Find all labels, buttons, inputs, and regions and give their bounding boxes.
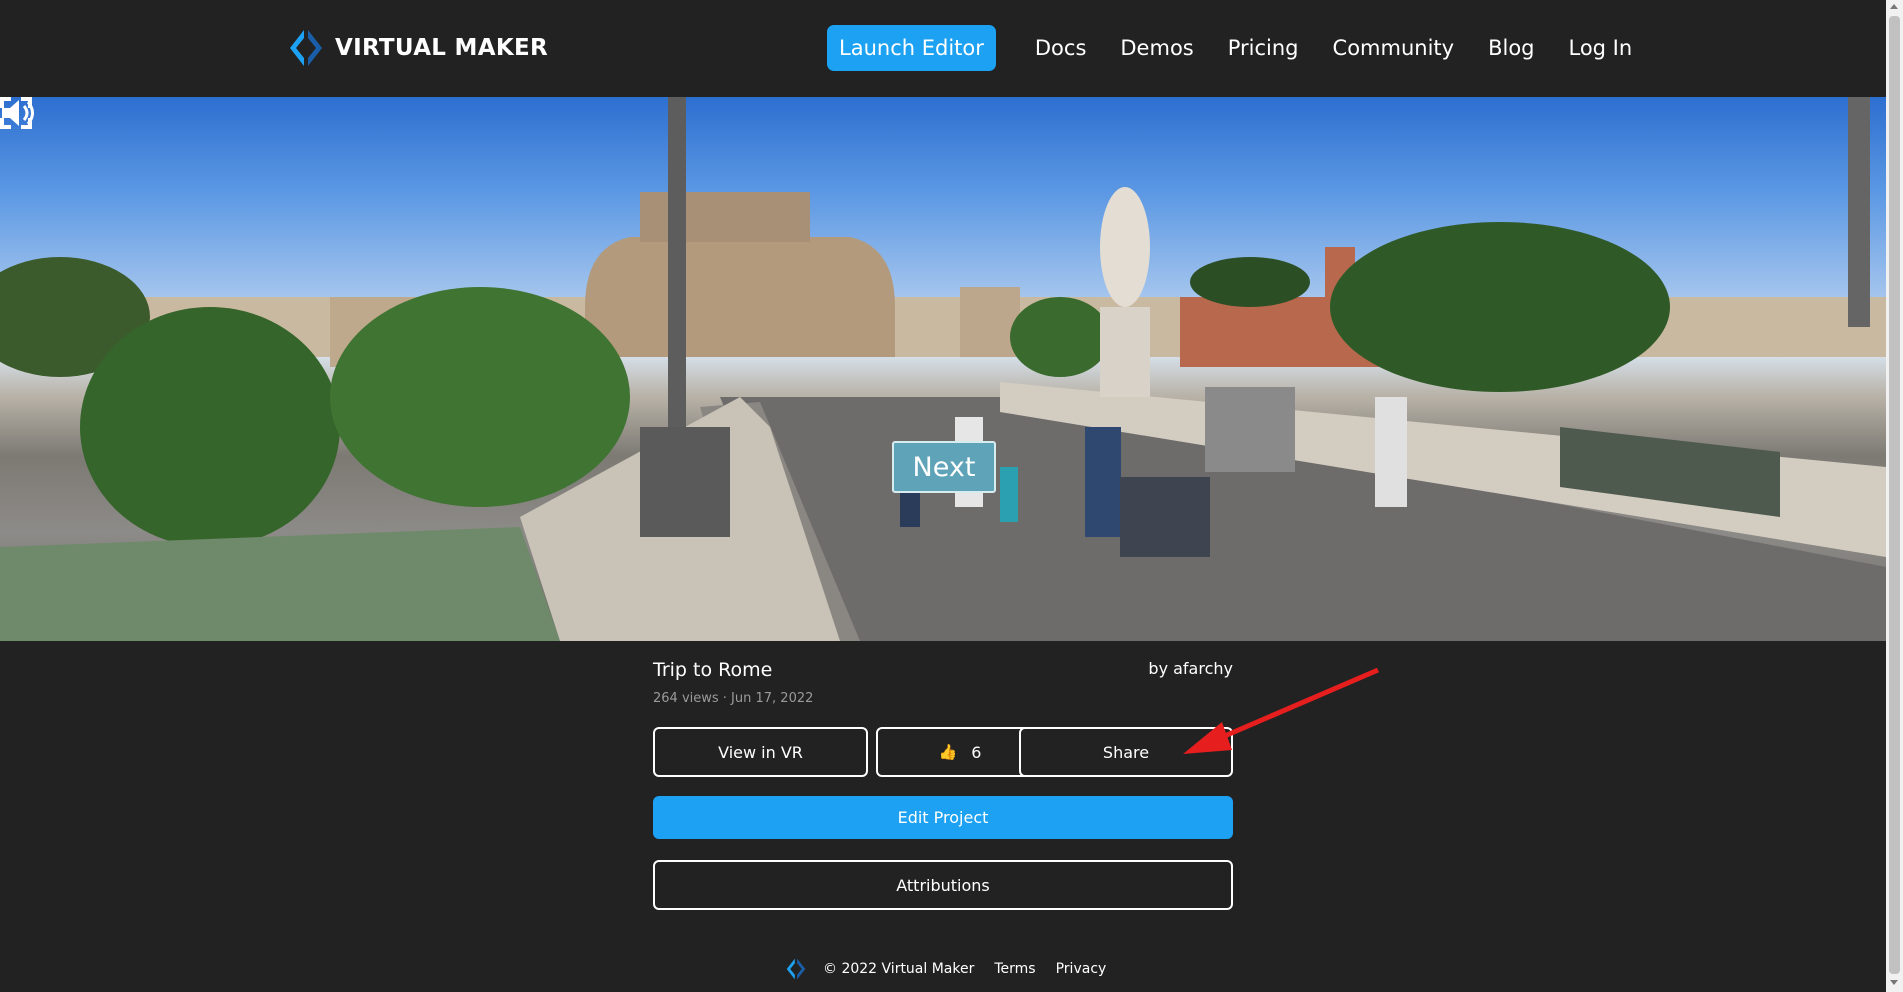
- view-in-vr-button[interactable]: View in VR: [653, 727, 868, 777]
- action-row: View in VR 👍 6 Share: [653, 727, 1233, 777]
- nav-links: Launch Editor Docs Demos Pricing Communi…: [827, 25, 1649, 71]
- footer-copyright: © 2022 Virtual Maker: [823, 961, 975, 977]
- nav-link-demos[interactable]: Demos: [1120, 25, 1193, 71]
- project-title: Trip to Rome: [653, 659, 773, 681]
- nav-link-blog[interactable]: Blog: [1488, 25, 1534, 71]
- thumbs-up-icon: 👍: [938, 743, 958, 761]
- top-nav: VIRTUAL MAKER Launch Editor Docs Demos P…: [0, 0, 1886, 97]
- footer: © 2022 Virtual Maker Terms Privacy: [785, 957, 1126, 981]
- attributions-button[interactable]: Attributions: [653, 860, 1233, 910]
- nav-link-login[interactable]: Log In: [1569, 25, 1633, 71]
- footer-privacy-link[interactable]: Privacy: [1056, 961, 1107, 977]
- fullscreen-icon[interactable]: [0, 97, 32, 129]
- project-meta: 264 views · Jun 17, 2022: [653, 691, 814, 706]
- share-button[interactable]: Share: [1019, 727, 1233, 777]
- launch-editor-button[interactable]: Launch Editor: [827, 25, 996, 71]
- footer-logo-icon: [786, 958, 806, 980]
- project-author[interactable]: by afarchy: [1148, 659, 1233, 678]
- edit-project-button[interactable]: Edit Project: [653, 796, 1233, 839]
- scroll-up-arrow-icon[interactable]: [1890, 4, 1898, 9]
- nav-link-docs[interactable]: Docs: [1035, 25, 1087, 71]
- virtual-maker-logo-icon: [290, 30, 322, 66]
- scroll-down-arrow-icon[interactable]: [1890, 980, 1898, 985]
- nav-link-community[interactable]: Community: [1333, 25, 1455, 71]
- scrollbar-thumb[interactable]: [1889, 16, 1900, 974]
- nav-link-pricing[interactable]: Pricing: [1228, 25, 1299, 71]
- panorama-scene-image: [0, 97, 1886, 641]
- next-hotspot-button[interactable]: Next: [892, 441, 996, 493]
- page-scrollbar[interactable]: [1886, 0, 1903, 992]
- like-count: 6: [971, 742, 982, 762]
- brand-logo[interactable]: VIRTUAL MAKER: [287, 28, 548, 68]
- panorama-viewer[interactable]: Next: [0, 97, 1886, 641]
- footer-terms-link[interactable]: Terms: [994, 961, 1035, 977]
- brand-name: VIRTUAL MAKER: [335, 35, 548, 61]
